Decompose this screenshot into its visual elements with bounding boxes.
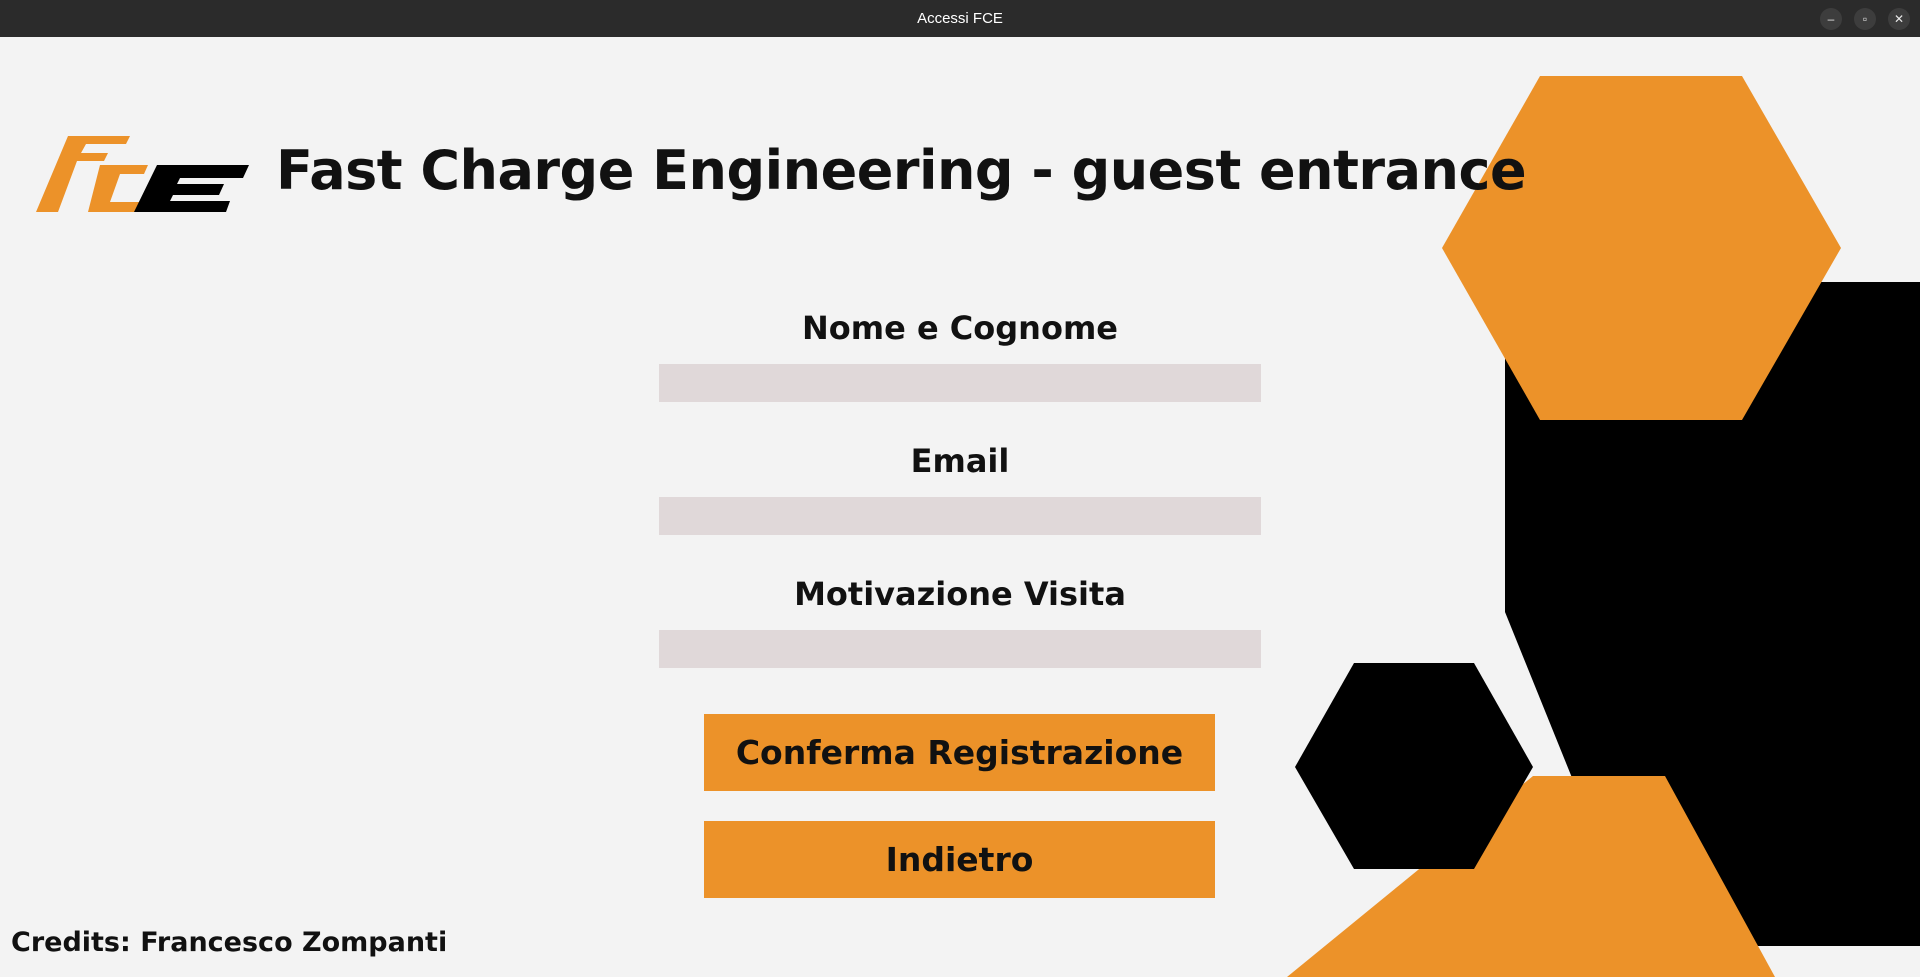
fce-logo [36, 136, 249, 212]
visit-reason-label: Motivazione Visita [794, 575, 1126, 613]
window-titlebar: Accessi FCE – ▫ ✕ [0, 0, 1920, 37]
confirm-registration-button[interactable]: Conferma Registrazione [704, 714, 1215, 791]
name-input[interactable] [659, 364, 1261, 402]
window-title: Accessi FCE [917, 10, 1003, 27]
maximize-icon[interactable]: ▫ [1854, 8, 1876, 30]
close-icon[interactable]: ✕ [1888, 8, 1910, 30]
minimize-icon[interactable]: – [1820, 8, 1842, 30]
page-title: Fast Charge Engineering - guest entrance [276, 139, 1527, 202]
visit-reason-input[interactable] [659, 630, 1261, 668]
credits-text: Credits: Francesco Zompanti [11, 927, 448, 958]
window-controls: – ▫ ✕ [1820, 8, 1910, 30]
email-label: Email [910, 442, 1010, 480]
app-canvas: Fast Charge Engineering - guest entrance… [0, 37, 1920, 977]
name-label: Nome e Cognome [802, 309, 1118, 347]
back-button[interactable]: Indietro [704, 821, 1215, 898]
email-input[interactable] [659, 497, 1261, 535]
